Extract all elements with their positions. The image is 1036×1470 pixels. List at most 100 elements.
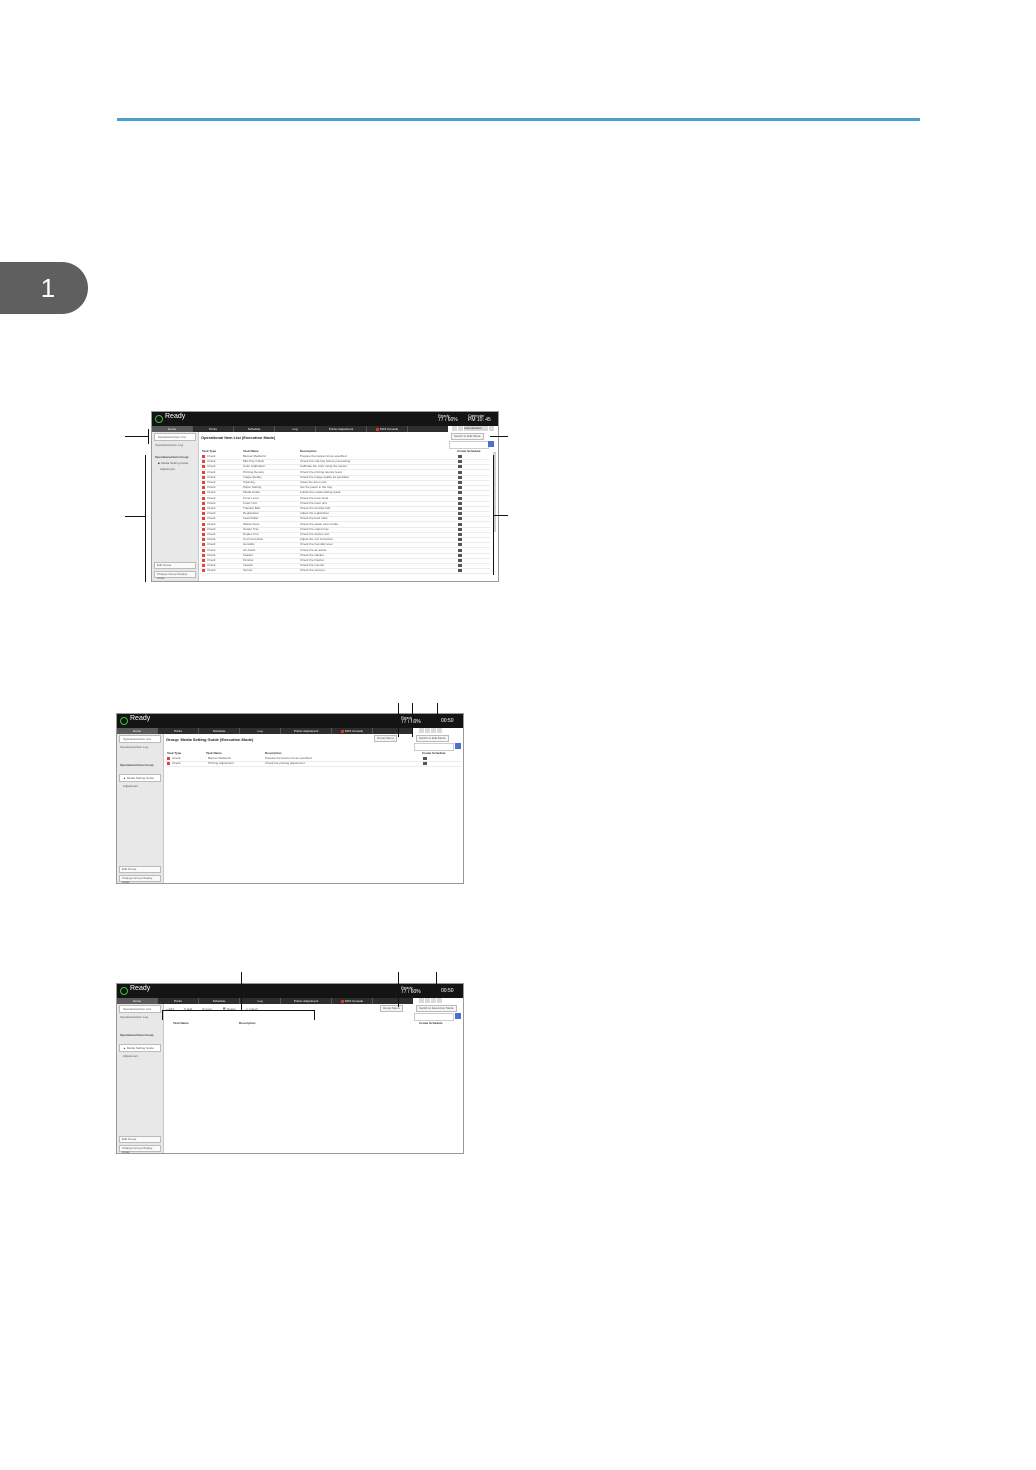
gear-icon[interactable]: [419, 998, 424, 1003]
group-menu-button[interactable]: Group Menu: [374, 735, 397, 742]
calendar-icon[interactable]: [458, 559, 462, 562]
search-button[interactable]: [488, 441, 494, 447]
sidebar-group-media[interactable]: ▲ Media Setting Guide: [119, 774, 161, 782]
calendar-icon[interactable]: [458, 470, 462, 474]
calendar-icon[interactable]: [458, 517, 462, 521]
calendar-icon[interactable]: [458, 538, 462, 542]
edit-group-button[interactable]: Edit Group: [154, 562, 196, 569]
col-description[interactable]: Description: [300, 449, 317, 453]
help-icon[interactable]: [437, 728, 442, 733]
calendar-icon[interactable]: [458, 512, 462, 516]
edit-mode-button[interactable]: Switch to Edit Mode: [451, 433, 484, 440]
sidebar-item-list[interactable]: Operational Item List: [119, 1005, 161, 1013]
sidebar-item-log[interactable]: Operational Item Log: [117, 744, 163, 750]
help-icon[interactable]: [489, 426, 494, 431]
task-name-cell: Inserter: [243, 563, 254, 568]
sidebar-group-adjustment[interactable]: Adjustment: [152, 466, 198, 472]
calendar-icon[interactable]: [458, 553, 462, 557]
clock-box: 00:50: [441, 718, 454, 724]
edit-mode-button[interactable]: Switch to Edit Mode: [416, 735, 449, 742]
user-label[interactable]: Administrator: [464, 426, 488, 431]
sos-icon: [375, 427, 379, 431]
sidebar-item-log[interactable]: Operational Item Log: [117, 1014, 163, 1020]
col-create-schedule[interactable]: Create Schedule: [419, 1021, 443, 1025]
sidebar-group-media[interactable]: ▲ Media Setting Guide: [119, 1044, 161, 1052]
col-task-type[interactable]: Task Type: [167, 751, 181, 755]
calendar-icon[interactable]: [458, 569, 462, 573]
col-task-name[interactable]: Task Name: [243, 449, 259, 453]
calendar-icon[interactable]: [458, 533, 462, 536]
task-type-cell: Check: [172, 756, 181, 760]
group-menu-button[interactable]: Group Menu: [380, 1005, 403, 1012]
search-button[interactable]: [455, 1013, 461, 1019]
sidebar-item-log[interactable]: Operational Item Log: [152, 442, 198, 448]
col-create-schedule[interactable]: Create Schedule: [457, 449, 481, 453]
gear-icon[interactable]: [452, 426, 457, 431]
more-icon[interactable]: [431, 728, 436, 733]
change-order-button[interactable]: Change Group Display Order: [119, 1145, 161, 1153]
search-input[interactable]: [414, 743, 454, 751]
calendar-icon[interactable]: [458, 522, 462, 526]
description-cell: Adjust the curl correction.: [300, 537, 334, 542]
task-type-cell: Check: [207, 521, 216, 526]
calendar-icon[interactable]: [458, 475, 462, 479]
calendar-icon[interactable]: [458, 564, 462, 568]
sidebar-item-list[interactable]: Operational Item List: [154, 433, 196, 441]
callout-line: [412, 703, 413, 737]
calendar-icon[interactable]: [458, 507, 462, 510]
description-cell: Check the printing adjustment.: [265, 761, 306, 766]
search-button[interactable]: [455, 743, 461, 749]
change-order-button[interactable]: Change Group Display Order: [154, 571, 196, 580]
calendar-icon[interactable]: [458, 481, 462, 484]
calendar-icon[interactable]: [458, 548, 462, 552]
task-name-cell: Registration: [243, 511, 260, 516]
main-panel: + Add ✎ Edit ⧉ Copy 🗑 Delete ⚠ Import Gr…: [164, 1004, 463, 1153]
col-task-type[interactable]: Task Type: [202, 449, 216, 453]
ready-indicator-icon: [120, 717, 128, 725]
change-order-button[interactable]: Change Group Display Order: [119, 875, 161, 883]
task-type-cell: Check: [207, 500, 216, 505]
calendar-icon[interactable]: [423, 762, 427, 766]
user-icon[interactable]: [458, 426, 463, 431]
task-type-cell: Check: [207, 526, 216, 531]
calendar-icon[interactable]: [458, 543, 462, 547]
user-icon[interactable]: [425, 998, 430, 1003]
calendar-icon[interactable]: [458, 455, 462, 458]
task-name-cell: Sensor: [243, 568, 253, 573]
calendar-icon[interactable]: [458, 501, 462, 505]
description-cell: Check the feed roller.: [300, 516, 329, 521]
calendar-icon[interactable]: [458, 486, 462, 490]
edit-group-button[interactable]: Edit Group: [119, 1136, 161, 1143]
calendar-icon[interactable]: [458, 465, 462, 469]
task-icon: [202, 501, 205, 505]
search-input[interactable]: [414, 1013, 454, 1021]
status-box: Ready 77 / 60%: [401, 715, 421, 725]
description-cell: Check the sensors.: [300, 568, 326, 573]
col-description[interactable]: Description: [239, 1021, 256, 1025]
calendar-icon[interactable]: [458, 460, 462, 464]
col-task-name[interactable]: Task Name: [206, 751, 222, 755]
help-icon[interactable]: [437, 998, 442, 1003]
callout-line: [494, 515, 508, 516]
col-create-schedule[interactable]: Create Schedule: [422, 751, 446, 755]
col-task-name[interactable]: Task Name: [173, 1021, 189, 1025]
search-input[interactable]: [449, 441, 489, 449]
calendar-icon[interactable]: [458, 491, 462, 495]
calendar-icon[interactable]: [458, 527, 462, 531]
calendar-icon[interactable]: [458, 496, 462, 500]
user-icon[interactable]: [425, 728, 430, 733]
edit-group-button[interactable]: Edit Group: [119, 866, 161, 873]
task-name-cell: Mid-Tray Check: [243, 459, 265, 464]
execution-mode-button[interactable]: Switch to Execution Mode: [416, 1005, 457, 1012]
sidebar-group-adjustment[interactable]: Adjustment: [117, 783, 163, 789]
clock-box: Calendar PM 10: 45: [468, 413, 491, 423]
gear-icon[interactable]: [419, 728, 424, 733]
sidebar-group-adjustment[interactable]: Adjustment: [117, 1053, 163, 1059]
table-row[interactable]: Check Sensor Check the sensors.: [200, 568, 490, 575]
more-icon[interactable]: [431, 998, 436, 1003]
calendar-icon[interactable]: [423, 757, 427, 760]
sidebar-item-list[interactable]: Operational Item List: [119, 735, 161, 743]
col-description[interactable]: Description: [265, 751, 282, 755]
table-row[interactable]: Check Printing Adjustment Check the printi…: [165, 761, 461, 768]
description-cell: Set the paper in the tray.: [300, 485, 333, 490]
